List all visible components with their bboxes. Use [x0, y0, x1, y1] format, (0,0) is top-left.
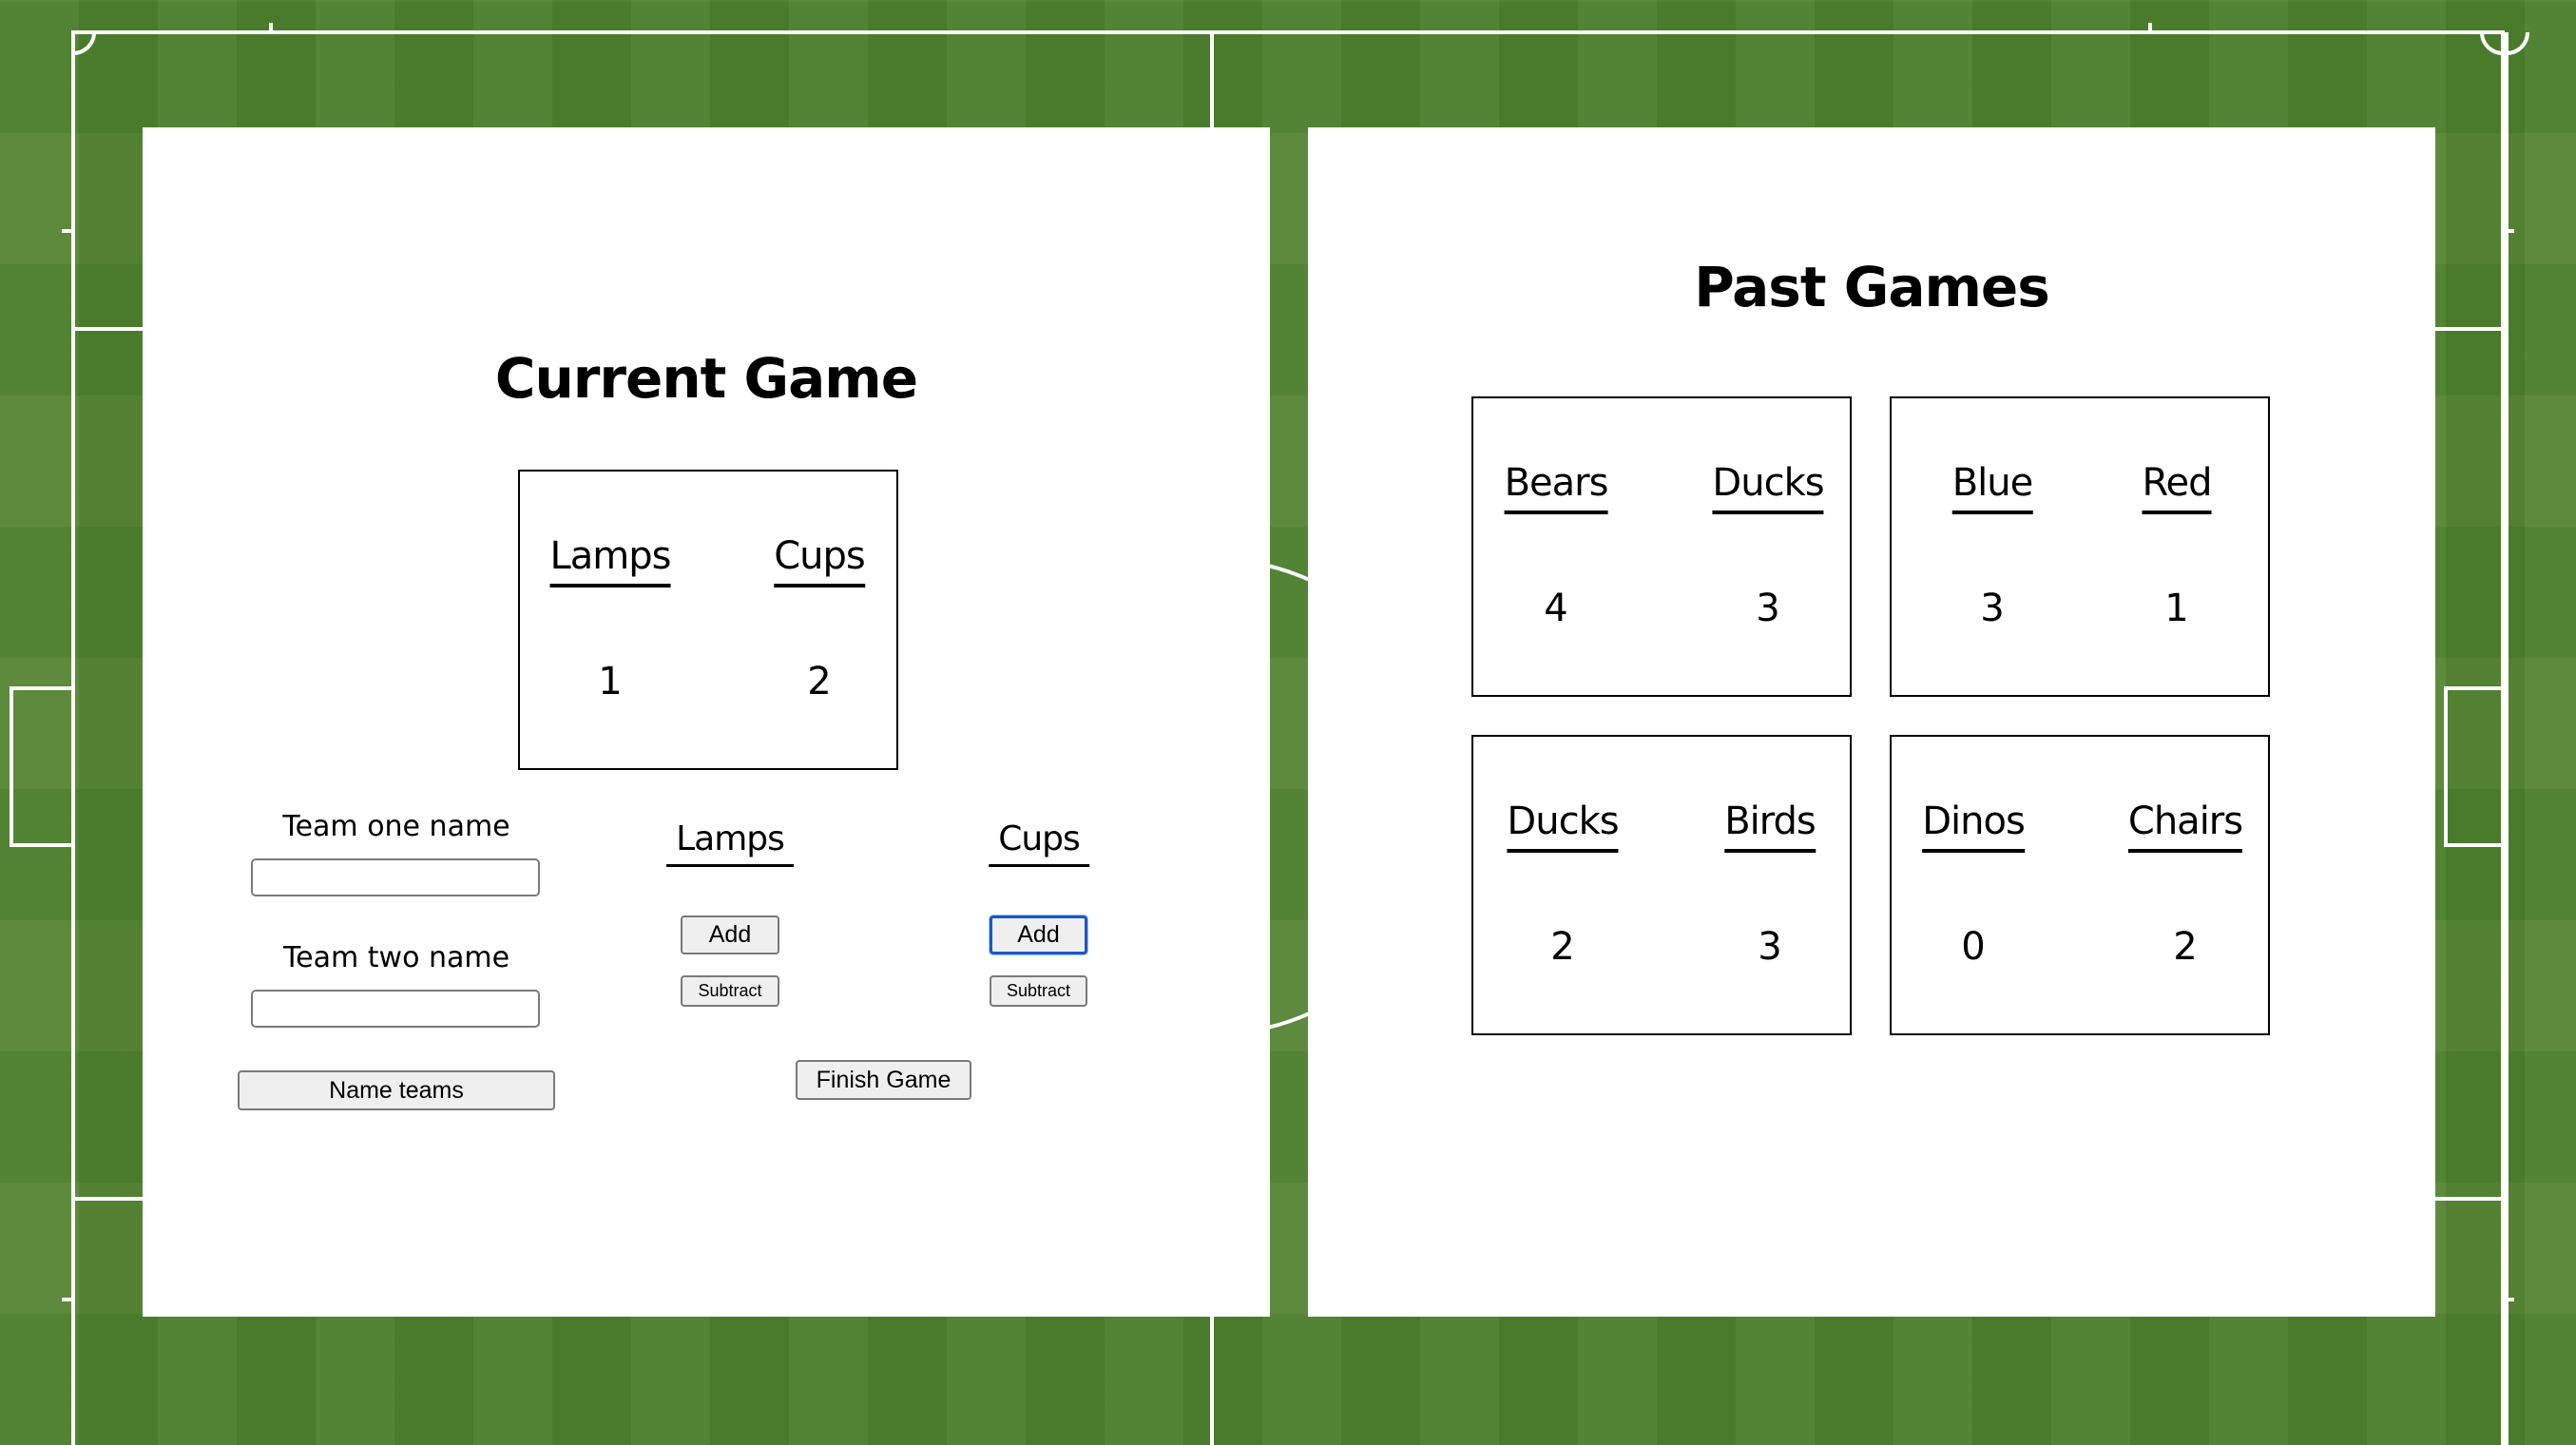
past-game-score-two: 2: [2173, 925, 2198, 969]
past-game-score-two: 1: [2164, 587, 2189, 630]
current-scoreboard: Lamps Cups 1 2: [518, 470, 898, 770]
past-game-team-one: Ducks: [1507, 800, 1620, 853]
past-game-score-one: 0: [1961, 925, 1986, 969]
past-game-team-two: Birds: [1724, 800, 1817, 853]
team-one-subtract-button[interactable]: Subtract: [681, 975, 779, 1007]
team-two-name-input[interactable]: [251, 990, 540, 1028]
current-game-title: Current Game: [494, 346, 918, 411]
past-games-title: Past Games: [1694, 255, 2050, 319]
current-team-two-name: Cups: [774, 534, 866, 588]
name-teams-button[interactable]: Name teams: [238, 1070, 555, 1110]
past-game-score-two: 3: [1758, 925, 1782, 969]
past-game-team-two: Red: [2142, 461, 2213, 514]
past-game-team-one: Bears: [1504, 461, 1608, 514]
past-games-panel: Past Games Bears Ducks 4 3 Blue Red 3 1 …: [1308, 127, 2435, 1317]
current-team-one-score: 1: [598, 660, 623, 703]
past-game-score-two: 3: [1756, 587, 1780, 630]
team-one-name-input[interactable]: [251, 858, 540, 896]
past-game-card: Blue Red 3 1: [1890, 396, 2270, 697]
past-game-team-one: Dinos: [1922, 800, 2026, 853]
past-game-team-two: Chairs: [2127, 800, 2243, 853]
team-one-name-label: Team one name: [282, 810, 510, 843]
current-game-panel: Current Game Lamps Cups 1 2 Team one nam…: [143, 127, 1270, 1317]
past-game-team-two: Ducks: [1712, 461, 1825, 514]
past-game-score-one: 2: [1550, 925, 1575, 969]
team-two-add-button[interactable]: Add: [990, 915, 1087, 954]
team-two-subtract-button[interactable]: Subtract: [990, 975, 1087, 1007]
team-two-name-label: Team two name: [282, 941, 510, 974]
team-one-controls-heading: Lamps: [666, 819, 794, 867]
current-team-one-name: Lamps: [549, 534, 672, 588]
current-team-two-score: 2: [807, 660, 832, 703]
past-game-card: Ducks Birds 2 3: [1471, 735, 1852, 1035]
past-game-card: Dinos Chairs 0 2: [1890, 735, 2270, 1035]
finish-game-button[interactable]: Finish Game: [796, 1060, 971, 1100]
past-game-team-one: Blue: [1951, 461, 2033, 514]
past-game-score-one: 3: [1980, 587, 2005, 630]
team-two-controls-heading: Cups: [989, 819, 1089, 867]
team-one-add-button[interactable]: Add: [681, 915, 779, 954]
past-game-card: Bears Ducks 4 3: [1471, 396, 1852, 697]
past-game-score-one: 4: [1544, 587, 1568, 630]
